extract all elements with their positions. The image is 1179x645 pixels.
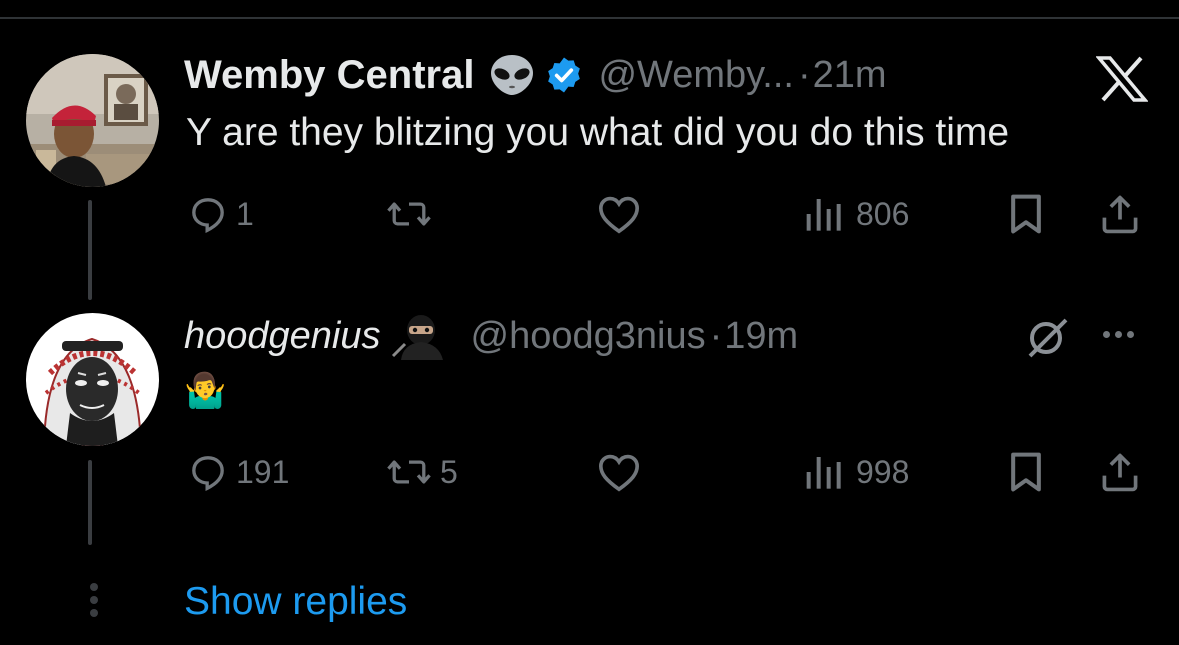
separator-dot: · — [709, 314, 723, 357]
tweet2-emoji-text: 🤷‍♂️ — [184, 372, 227, 410]
views-icon — [806, 199, 841, 231]
grok-icon[interactable] — [1022, 314, 1072, 365]
tweet1-time[interactable]: 21m — [813, 54, 887, 97]
thread-line — [88, 200, 92, 300]
tweet1-views-button[interactable]: 806 — [802, 194, 909, 234]
tweet1-view-count: 806 — [856, 195, 910, 232]
tweet1-share-button[interactable] — [1098, 192, 1142, 236]
share-icon — [1102, 453, 1138, 492]
verified-badge-icon[interactable] — [544, 55, 584, 95]
tweet2-handle[interactable]: @hoodg3nius — [471, 315, 706, 358]
tweet2-reply-count: 191 — [236, 453, 290, 490]
reply-icon — [192, 456, 224, 492]
thread-continuation-dots — [88, 583, 100, 622]
tweet2-view-count: 998 — [856, 453, 910, 490]
avatar-hoodgenius[interactable] — [26, 313, 159, 446]
retweet-icon — [387, 202, 431, 226]
tweet2-reply-button[interactable]: 191 — [188, 452, 289, 492]
avatar-wemby-central[interactable] — [26, 54, 159, 187]
tweet1-header: Wemby Central @Wemby... · 21m — [184, 51, 887, 99]
thread-line — [88, 460, 92, 545]
tweet1-retweet-button[interactable] — [386, 194, 432, 234]
reply-icon — [192, 198, 224, 234]
like-icon — [598, 454, 640, 492]
tweet2-time[interactable]: 19m — [724, 315, 798, 358]
share-icon — [1102, 195, 1138, 234]
tweet2-bookmark-button[interactable] — [1007, 450, 1045, 494]
tweet1-reply-count: 1 — [236, 195, 254, 232]
top-divider — [0, 17, 1179, 19]
tweet2-views-button[interactable]: 998 — [802, 452, 909, 492]
alien-emoji — [488, 53, 536, 97]
separator-dot: · — [797, 53, 811, 96]
bookmark-icon — [1011, 194, 1041, 234]
tweet2-like-button[interactable] — [597, 452, 641, 492]
views-icon — [806, 457, 841, 489]
tweet1-reply-button[interactable]: 1 — [188, 194, 254, 234]
tweet1-handle[interactable]: @Wemby... — [598, 54, 794, 97]
like-icon — [598, 196, 640, 234]
x-logo-icon[interactable] — [1095, 56, 1149, 107]
show-replies-link[interactable]: Show replies — [184, 580, 407, 624]
tweet1-display-name[interactable]: Wemby Central — [184, 53, 474, 98]
bookmark-icon — [1011, 452, 1041, 492]
tweet1-text: Y are they blitzing you what did you do … — [186, 111, 1010, 154]
retweet-icon — [387, 460, 431, 484]
tweet2-retweet-button[interactable]: 5 — [386, 452, 458, 492]
tweet2-retweet-count: 5 — [440, 453, 458, 490]
tweet1-bookmark-button[interactable] — [1007, 192, 1045, 236]
tweet2-header: hoodgenius @hoodg3nius · 19m — [184, 312, 798, 360]
tweet2-share-button[interactable] — [1098, 450, 1142, 494]
tweet1-like-button[interactable] — [597, 194, 641, 234]
tweet-thread-screen: Wemby Central @Wemby... · 21m Y are they… — [0, 0, 1179, 645]
ninja-emoji — [391, 312, 449, 360]
more-icon[interactable] — [1103, 331, 1134, 338]
tweet2-display-name[interactable]: hoodgenius — [184, 315, 381, 358]
